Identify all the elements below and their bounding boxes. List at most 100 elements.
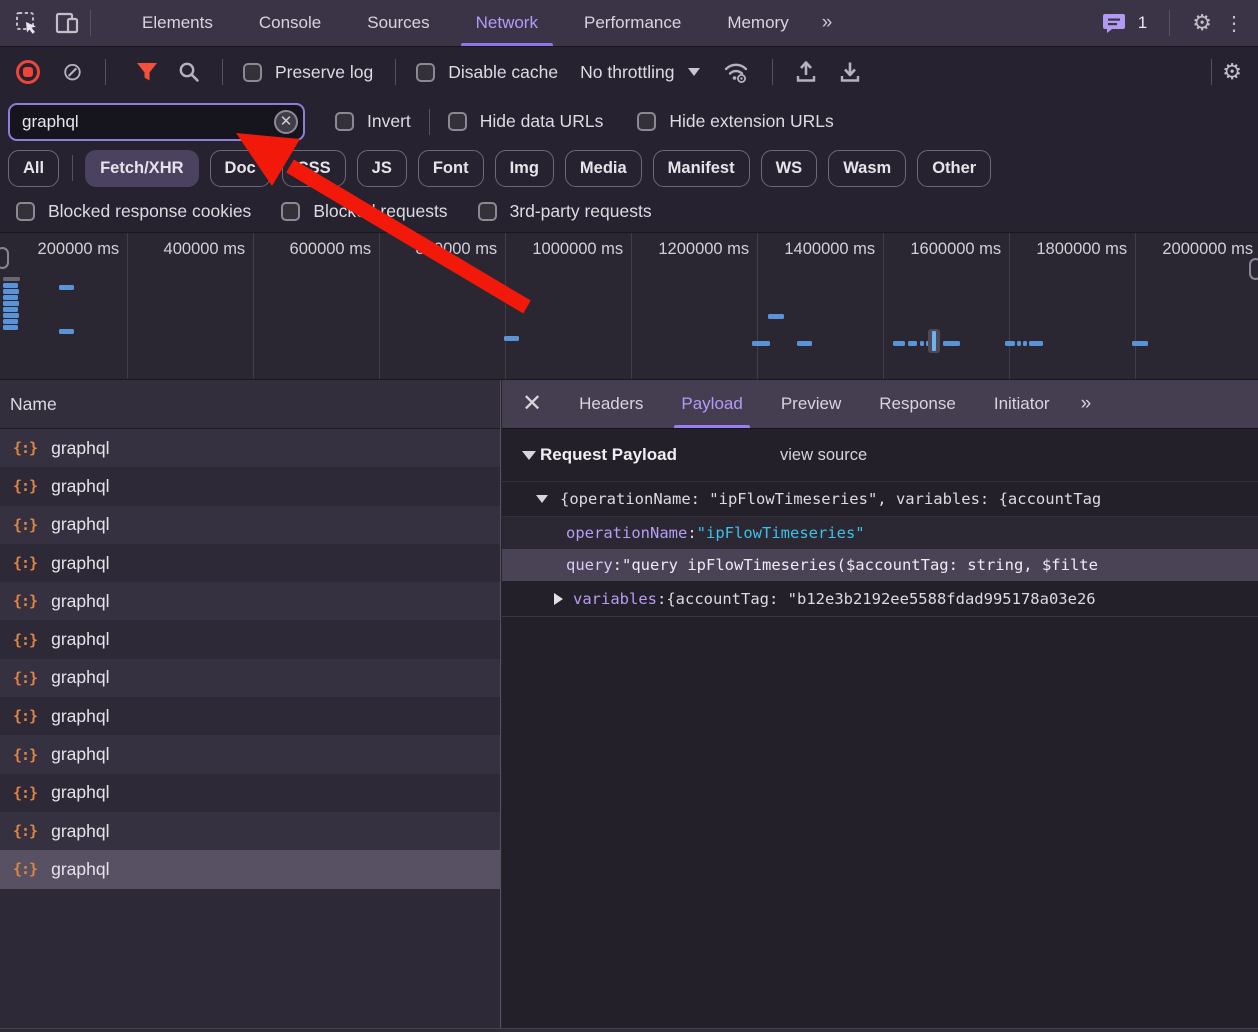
tab-performance[interactable]: Performance: [561, 0, 704, 46]
inspect-element-icon[interactable]: [14, 10, 40, 36]
request-row[interactable]: {:}graphql: [0, 582, 500, 620]
kebab-menu-icon[interactable]: ⋮: [1224, 11, 1244, 36]
request-row[interactable]: {:}graphql: [0, 697, 500, 735]
timeline-bar: [3, 289, 19, 294]
issues-count[interactable]: 1: [1138, 13, 1147, 33]
payload-operation-row[interactable]: operationName: "ipFlowTimeseries": [502, 516, 1258, 549]
timeline-bar: [59, 329, 74, 334]
panel-tabs: Elements Console Sources Network Perform…: [119, 0, 840, 46]
chip-ws[interactable]: WS: [761, 150, 818, 187]
request-row[interactable]: {:}graphql: [0, 735, 500, 773]
request-payload-section: Request Payload view source: [502, 429, 1258, 481]
timeline-bar: [928, 329, 940, 353]
chip-all[interactable]: All: [8, 150, 59, 187]
tab-payload[interactable]: Payload: [662, 380, 761, 428]
tab-headers[interactable]: Headers: [560, 380, 662, 428]
timeline-bar: [3, 319, 18, 324]
tab-network[interactable]: Network: [453, 0, 561, 46]
record-network-log-button[interactable]: [16, 60, 40, 84]
more-tabs-icon[interactable]: »: [812, 12, 841, 34]
more-detail-tabs-icon[interactable]: »: [1069, 393, 1102, 415]
blocked-requests-label: Blocked requests: [313, 201, 447, 222]
chip-other[interactable]: Other: [917, 150, 991, 187]
filter-funnel-icon[interactable]: [136, 62, 158, 82]
expand-triangle-icon[interactable]: [554, 593, 563, 605]
preserve-log-checkbox[interactable]: [243, 63, 262, 82]
payload-variables-row[interactable]: variables: {accountTag: "b12e3b2192ee558…: [502, 581, 1258, 617]
chip-media[interactable]: Media: [565, 150, 642, 187]
overview-right-handle[interactable]: [1249, 258, 1258, 280]
timeline-bar: [1023, 341, 1027, 346]
tab-elements[interactable]: Elements: [119, 0, 236, 46]
close-icon[interactable]: ✕: [502, 392, 560, 416]
request-row-selected[interactable]: {:}graphql: [0, 850, 500, 888]
request-row[interactable]: {:}graphql: [0, 544, 500, 582]
chip-manifest[interactable]: Manifest: [653, 150, 750, 187]
settings-gear-icon[interactable]: ⚙: [1192, 12, 1212, 34]
chip-css[interactable]: CSS: [282, 150, 346, 187]
timeline-tick: 400000 ms: [128, 233, 254, 380]
timeline-bar: [797, 341, 812, 346]
network-conditions-icon[interactable]: [722, 60, 750, 84]
toolbar-divider: [222, 59, 223, 85]
issues-message-icon[interactable]: [1102, 12, 1126, 34]
toolbar-divider: [395, 59, 396, 85]
third-party-requests-control: 3rd-party requests: [478, 201, 652, 222]
collapse-triangle-icon[interactable]: [522, 451, 536, 460]
resource-type-chips: All Fetch/XHR Doc CSS JS Font Img Media …: [0, 146, 1258, 190]
chip-img[interactable]: Img: [495, 150, 554, 187]
import-har-icon[interactable]: [839, 60, 861, 84]
overview-left-handle[interactable]: [0, 247, 9, 269]
throttling-select[interactable]: No throttling: [580, 62, 700, 83]
fetch-xhr-icon: {:}: [13, 554, 37, 572]
request-row[interactable]: {:}graphql: [0, 467, 500, 505]
network-overview-timeline[interactable]: 200000 ms 400000 ms 600000 ms 800000 ms …: [0, 233, 1258, 380]
request-row[interactable]: {:}graphql: [0, 620, 500, 658]
network-toolbar: ⊘ Preserve log Disable cache No throttli…: [0, 47, 1258, 97]
json-key: query: [566, 556, 613, 574]
request-row[interactable]: {:}graphql: [0, 506, 500, 544]
tab-response[interactable]: Response: [860, 380, 975, 428]
timeline-bar: [3, 295, 18, 300]
request-list-panel: Name {:}graphql {:}graphql {:}graphql {:…: [0, 380, 501, 1028]
filter-input[interactable]: [8, 103, 305, 141]
view-source-link[interactable]: view source: [780, 446, 867, 465]
request-row[interactable]: {:}graphql: [0, 774, 500, 812]
hide-data-urls-checkbox[interactable]: [448, 112, 467, 131]
fetch-xhr-icon: {:}: [13, 784, 37, 802]
tab-sources[interactable]: Sources: [344, 0, 452, 46]
tab-console[interactable]: Console: [236, 0, 344, 46]
filter-input-wrap: ✕: [8, 103, 305, 141]
third-party-requests-checkbox[interactable]: [478, 202, 497, 221]
search-icon[interactable]: [178, 61, 200, 83]
name-column-header[interactable]: Name: [0, 380, 500, 429]
tab-memory[interactable]: Memory: [704, 0, 811, 46]
timeline-bar: [504, 336, 519, 341]
tab-preview[interactable]: Preview: [762, 380, 860, 428]
blocked-requests-checkbox[interactable]: [281, 202, 300, 221]
chip-doc[interactable]: Doc: [210, 150, 271, 187]
chip-fetch-xhr[interactable]: Fetch/XHR: [85, 150, 198, 187]
devtools-top-bar: Elements Console Sources Network Perform…: [0, 0, 1258, 47]
payload-preview-row[interactable]: {operationName: "ipFlowTimeseries", vari…: [502, 481, 1258, 516]
throttling-value: No throttling: [580, 62, 674, 83]
request-row[interactable]: {:}graphql: [0, 429, 500, 467]
invert-checkbox[interactable]: [335, 112, 354, 131]
device-toolbar-icon[interactable]: [54, 10, 80, 36]
export-har-icon[interactable]: [795, 60, 817, 84]
network-settings-gear-icon[interactable]: ⚙: [1222, 61, 1242, 83]
clear-network-log-icon[interactable]: ⊘: [62, 60, 83, 85]
tab-initiator[interactable]: Initiator: [975, 380, 1069, 428]
payload-query-row-selected[interactable]: query: "query ipFlowTimeseries($accountT…: [502, 549, 1258, 581]
hide-extension-urls-label: Hide extension URLs: [669, 111, 833, 132]
third-party-requests-label: 3rd-party requests: [510, 201, 652, 222]
chip-js[interactable]: JS: [357, 150, 407, 187]
chip-wasm[interactable]: Wasm: [828, 150, 906, 187]
request-row[interactable]: {:}graphql: [0, 659, 500, 697]
disable-cache-checkbox[interactable]: [416, 63, 435, 82]
hide-extension-urls-checkbox[interactable]: [637, 112, 656, 131]
blocked-response-cookies-checkbox[interactable]: [16, 202, 35, 221]
request-row[interactable]: {:}graphql: [0, 812, 500, 850]
chip-font[interactable]: Font: [418, 150, 484, 187]
clear-filter-icon[interactable]: ✕: [274, 110, 298, 134]
